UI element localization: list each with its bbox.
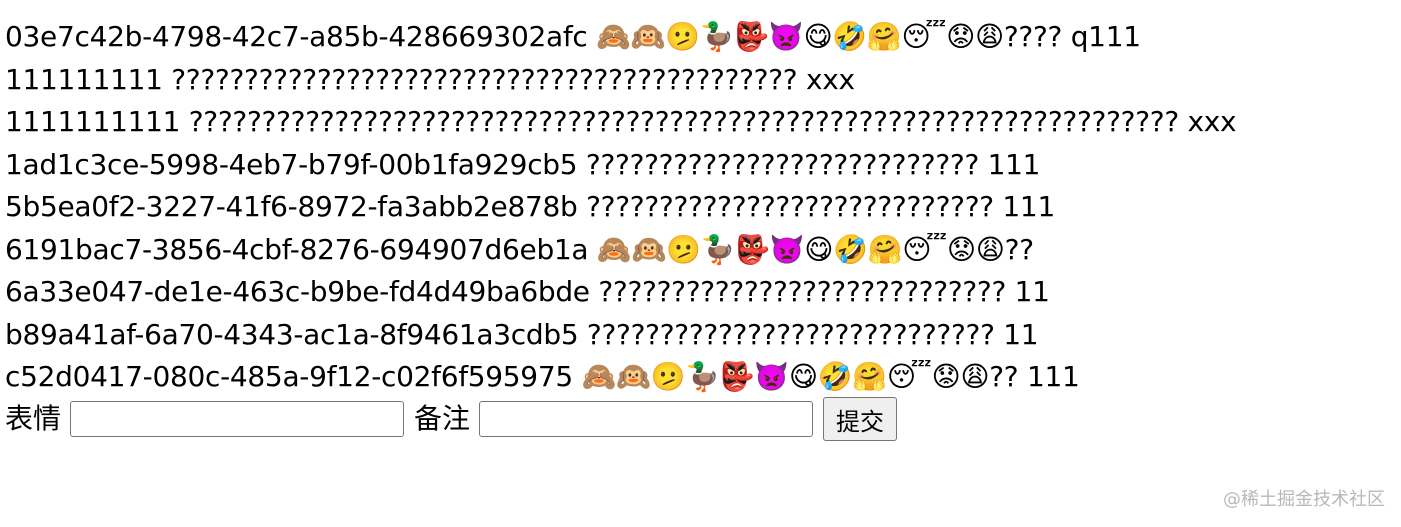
record-row: b89a41af-6a70-4343-ac1a-8f9461a3cdb5 ???… bbox=[5, 317, 1039, 351]
record-row: 6a33e047-de1e-463c-b9be-fd4d49ba6bde ???… bbox=[5, 275, 1050, 308]
note-label: 备注 bbox=[414, 402, 471, 435]
note-input[interactable] bbox=[479, 401, 814, 437]
submit-form: 表情 备注 提交 bbox=[5, 394, 898, 444]
record-row: c52d0417-080c-485a-9f12-c02f6f595975 🙈🙉🫤… bbox=[5, 360, 1080, 393]
record-row: 5b5ea0f2-3227-41f6-8972-fa3abb2e878b ???… bbox=[5, 190, 1055, 223]
record-row: 03e7c42b-4798-42c7-a85b-428669302afc 🙈🙉🫤… bbox=[5, 20, 1141, 53]
emoji-label: 表情 bbox=[5, 402, 62, 435]
records-list: 03e7c42b-4798-42c7-a85b-428669302afc 🙈🙉🫤… bbox=[0, 0, 1401, 399]
record-row: 6191bac7-3856-4cbf-8276-694907d6eb1a 🙈🙉🫤… bbox=[5, 232, 1034, 266]
emoji-input[interactable] bbox=[70, 401, 405, 437]
record-row: 1111111111 ?????????????????????????????… bbox=[5, 105, 1237, 138]
record-row: 111111111 ??????????????????????????????… bbox=[5, 62, 855, 96]
submit-button[interactable]: 提交 bbox=[823, 397, 898, 441]
record-row: 1ad1c3ce-5998-4eb7-b79f-00b1fa929cb5 ???… bbox=[5, 147, 1041, 181]
watermark: @稀土掘金技术社区 bbox=[1223, 489, 1385, 510]
